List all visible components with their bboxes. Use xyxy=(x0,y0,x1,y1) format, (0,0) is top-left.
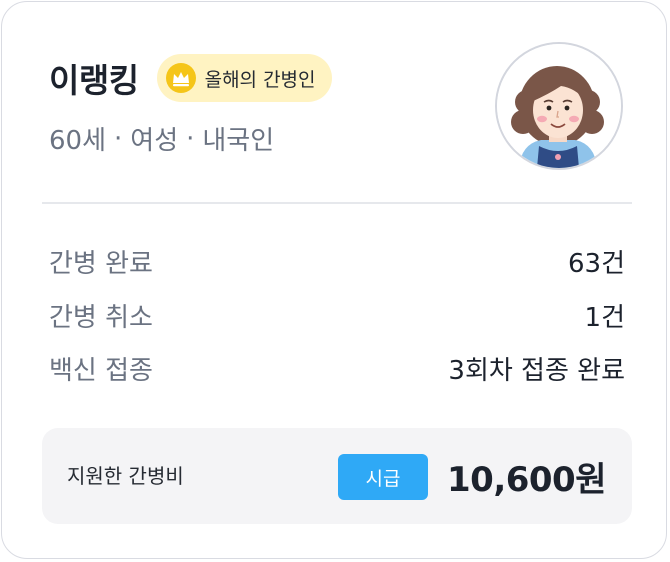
avatar-illustration xyxy=(497,44,621,168)
fee-amount: 10,600원 xyxy=(447,460,606,500)
avatar xyxy=(495,42,623,170)
award-badge-label: 올해의 간병인 xyxy=(204,68,316,91)
stat-value: 1건 xyxy=(584,302,625,333)
caregiver-profile-card: 이랭킹 올해의 간병인 60세 · 여성 · 내국인 간병 완료 63건 간병 … xyxy=(1,1,667,559)
name-row: 이랭킹 올해의 간병인 xyxy=(49,54,332,102)
stat-row-completed: 간병 완료 63건 xyxy=(49,241,625,281)
rate-type-badge: 시급 xyxy=(338,454,428,500)
fee-label: 지원한 간병비 xyxy=(67,464,184,488)
stat-value: 63건 xyxy=(567,248,625,279)
stat-row-vaccination: 백신 접종 3회차 접종 완료 xyxy=(49,348,625,388)
stat-label: 간병 취소 xyxy=(49,302,153,333)
divider xyxy=(42,202,632,204)
award-badge: 올해의 간병인 xyxy=(156,54,332,102)
gender: 여성 xyxy=(130,126,179,156)
caregiver-name: 이랭킹 xyxy=(49,61,139,100)
stat-row-cancelled: 간병 취소 1건 xyxy=(49,295,625,335)
fee-summary: 지원한 간병비 시급 10,600원 xyxy=(42,428,632,524)
crown-icon xyxy=(165,62,197,94)
separator: · xyxy=(186,123,195,154)
stat-label: 간병 완료 xyxy=(49,248,153,279)
profile-summary: 60세 · 여성 · 내국인 xyxy=(49,120,274,157)
separator: · xyxy=(114,123,123,154)
stat-value: 3회차 접종 완료 xyxy=(448,355,625,386)
nationality: 내국인 xyxy=(202,126,275,156)
stat-label: 백신 접종 xyxy=(49,355,153,386)
age: 60세 xyxy=(49,126,107,156)
